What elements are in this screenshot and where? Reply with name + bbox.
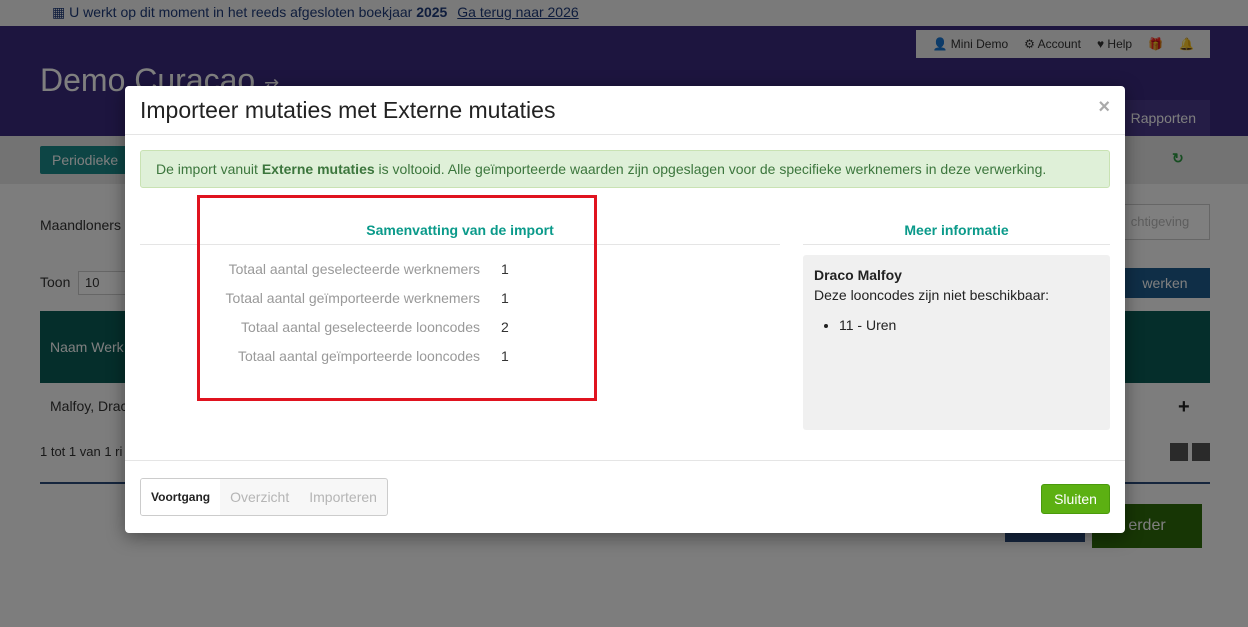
modal-footer: Voortgang Overzicht Importeren Sluiten — [125, 460, 1125, 533]
step-voortgang[interactable]: Voortgang — [141, 479, 221, 515]
unavailable-codes-list: 11 - Uren — [814, 317, 1099, 333]
info-box: Draco Malfoy Deze looncodes zijn niet be… — [803, 255, 1110, 430]
wizard-steps: Voortgang Overzicht Importeren — [140, 478, 388, 516]
info-title: Meer informatie — [904, 222, 1009, 238]
success-alert: De import vanuit Externe mutaties is vol… — [140, 150, 1110, 188]
employee-name: Draco Malfoy — [814, 267, 902, 283]
alert-source: Externe mutaties — [261, 161, 375, 177]
import-modal: Importeer mutaties met Externe mutaties … — [125, 86, 1125, 533]
close-icon[interactable]: × — [1098, 96, 1110, 119]
modal-title: Importeer mutaties met Externe mutaties — [140, 97, 556, 123]
info-message: Deze looncodes zijn niet beschikbaar: — [814, 287, 1050, 303]
list-item: 11 - Uren — [839, 317, 1099, 333]
close-button[interactable]: Sluiten — [1041, 484, 1110, 514]
highlight-box — [197, 195, 597, 401]
step-importeren[interactable]: Importeren — [299, 479, 387, 515]
step-overzicht[interactable]: Overzicht — [220, 479, 299, 515]
modal-header: Importeer mutaties met Externe mutaties … — [125, 86, 1125, 135]
info-divider — [803, 244, 1110, 245]
